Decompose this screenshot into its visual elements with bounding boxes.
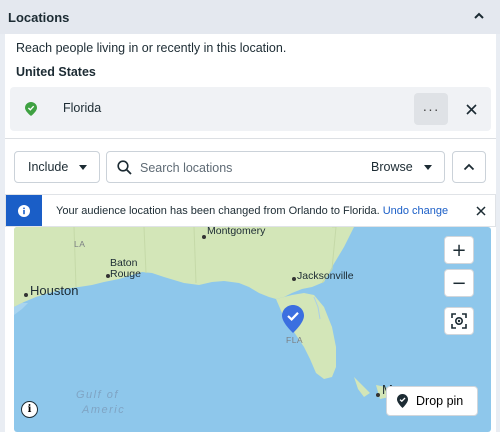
city-marker-houston: [24, 293, 28, 297]
location-pin-icon: [25, 102, 37, 116]
zoom-in-button[interactable]: +: [444, 236, 474, 264]
more-options-button[interactable]: ···: [414, 93, 448, 125]
city-marker-partial: [376, 393, 380, 397]
map-label-louisiana: LA: [74, 239, 86, 249]
my-location-button[interactable]: [444, 307, 474, 335]
drop-pin-label: Drop pin: [416, 394, 464, 408]
map-label-houston: Houston: [30, 283, 79, 298]
selected-location-row: Florida ···: [10, 87, 491, 131]
close-icon: [465, 103, 477, 115]
map-label-jacksonville: Jacksonville: [297, 270, 354, 282]
zoom-out-button[interactable]: −: [444, 269, 474, 297]
chevron-up-icon: [463, 163, 475, 171]
intro-text: Reach people living in or recently in th…: [16, 41, 287, 55]
search-box[interactable]: Browse: [106, 151, 445, 183]
section-title: Locations: [8, 9, 70, 25]
include-dropdown[interactable]: Include: [14, 151, 100, 183]
drop-pin-button[interactable]: Drop pin: [386, 386, 478, 416]
locate-icon: [451, 313, 467, 329]
notice-message: Your audience location has been changed …: [56, 205, 448, 217]
chevron-up-icon[interactable]: [472, 9, 486, 23]
pin-icon: [397, 394, 408, 408]
country-heading: United States: [16, 65, 96, 79]
notice-message-text: Your audience location has been changed …: [56, 205, 380, 217]
location-pin-icon[interactable]: [282, 305, 304, 333]
map-label-florida: FLA: [286, 335, 304, 345]
locations-panel: Reach people living in or recently in th…: [5, 34, 496, 432]
search-input[interactable]: [140, 157, 360, 179]
map-label-gulf-line2: Americ: [82, 404, 126, 416]
close-icon: [476, 206, 486, 216]
caret-down-icon: [424, 165, 432, 170]
city-marker-jacksonville: [292, 277, 296, 281]
notice-icon-box: [6, 195, 42, 226]
map-label-gulf-line1: Gulf of: [76, 389, 119, 401]
city-marker-montgomery: [202, 235, 206, 239]
divider: [5, 138, 496, 139]
collapse-search-button[interactable]: [452, 151, 486, 183]
map-label-baton-rouge-line2: Rouge: [110, 268, 141, 280]
map-label-montgomery: Montgomery: [207, 227, 266, 237]
location-name: Florida: [63, 101, 102, 115]
map-info-button[interactable]: i: [21, 401, 38, 418]
remove-location-button[interactable]: [457, 93, 485, 125]
search-icon: [117, 160, 132, 175]
location-change-notice: Your audience location has been changed …: [5, 194, 496, 227]
browse-dropdown[interactable]: Browse: [371, 160, 413, 174]
location-map[interactable]: Montgomery LA Baton Rouge Houston Jackso…: [14, 227, 491, 432]
undo-change-link[interactable]: Undo change: [383, 205, 448, 217]
dismiss-notice-button[interactable]: [471, 201, 491, 221]
include-label: Include: [28, 160, 69, 174]
caret-down-icon: [79, 165, 87, 170]
info-icon: [18, 204, 30, 217]
locations-header[interactable]: Locations: [0, 0, 500, 34]
